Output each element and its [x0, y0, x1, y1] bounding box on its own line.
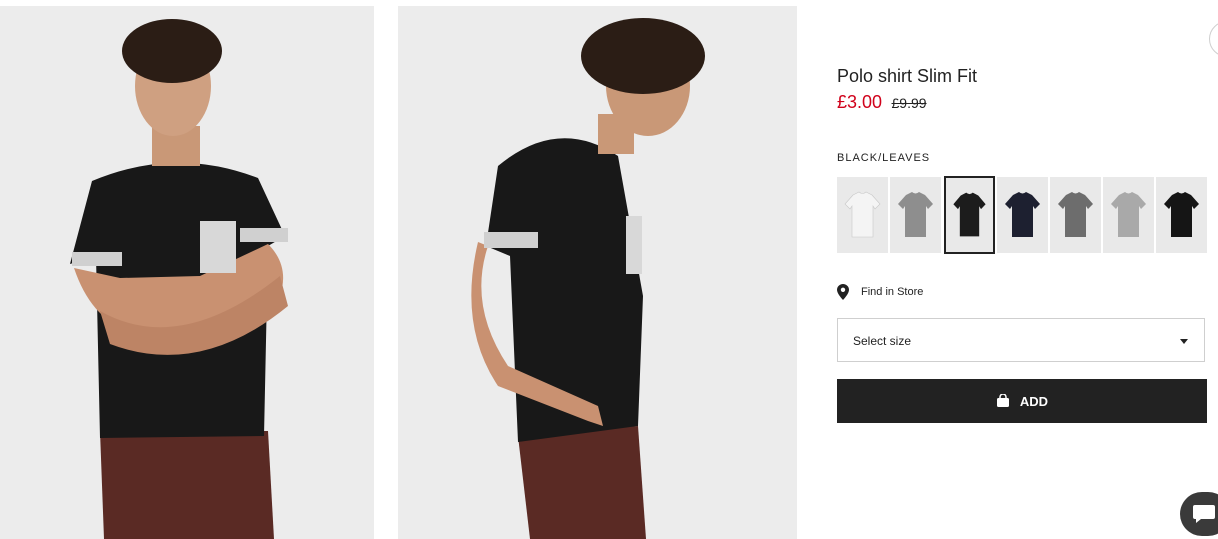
product-details-panel: Polo shirt Slim Fit £3.00 £9.99 BLACK/LE… [837, 0, 1218, 539]
find-in-store-link[interactable]: Find in Store [837, 284, 923, 300]
add-button-label: ADD [1019, 393, 1049, 409]
swatch-shirt-image [946, 178, 993, 252]
color-swatch-grey-stripe[interactable] [1050, 177, 1101, 253]
price-current: £3.00 [837, 92, 883, 112]
selected-color-name: BLACK/LEAVES [837, 152, 931, 164]
chat-button[interactable] [1180, 492, 1218, 536]
color-swatches [837, 176, 1207, 254]
color-swatch-navy-dotted[interactable] [997, 177, 1048, 253]
color-swatch-black-leaves[interactable] [944, 176, 995, 254]
size-select-label: Select size [853, 334, 912, 348]
swatch-shirt-image [1050, 177, 1101, 253]
color-swatch-light-grey-pocket[interactable] [1103, 177, 1154, 253]
shopping-bag-icon [996, 394, 1009, 407]
price-row: £3.00 £9.99 [837, 92, 927, 113]
swatch-shirt-image [890, 177, 941, 253]
color-swatch-grey-pattern[interactable] [890, 177, 941, 253]
size-select[interactable]: Select size [837, 318, 1205, 362]
swatch-shirt-image [1156, 177, 1207, 253]
price-original: £9.99 [891, 95, 927, 111]
swatch-shirt-image [837, 177, 888, 253]
find-in-store-label: Find in Store [861, 286, 924, 298]
swatch-shirt-image [997, 177, 1048, 253]
product-image-front[interactable] [0, 6, 374, 539]
color-swatch-white-dotted[interactable] [837, 177, 888, 253]
color-swatch-black-plain[interactable] [1156, 177, 1207, 253]
product-image-side[interactable] [398, 6, 797, 539]
product-title: Polo shirt Slim Fit [837, 66, 978, 86]
chat-icon [1193, 505, 1215, 523]
caret-down-icon [1180, 339, 1188, 344]
swatch-shirt-image [1103, 177, 1154, 253]
location-pin-icon [837, 284, 849, 300]
add-to-bag-button[interactable]: ADD [837, 379, 1207, 423]
